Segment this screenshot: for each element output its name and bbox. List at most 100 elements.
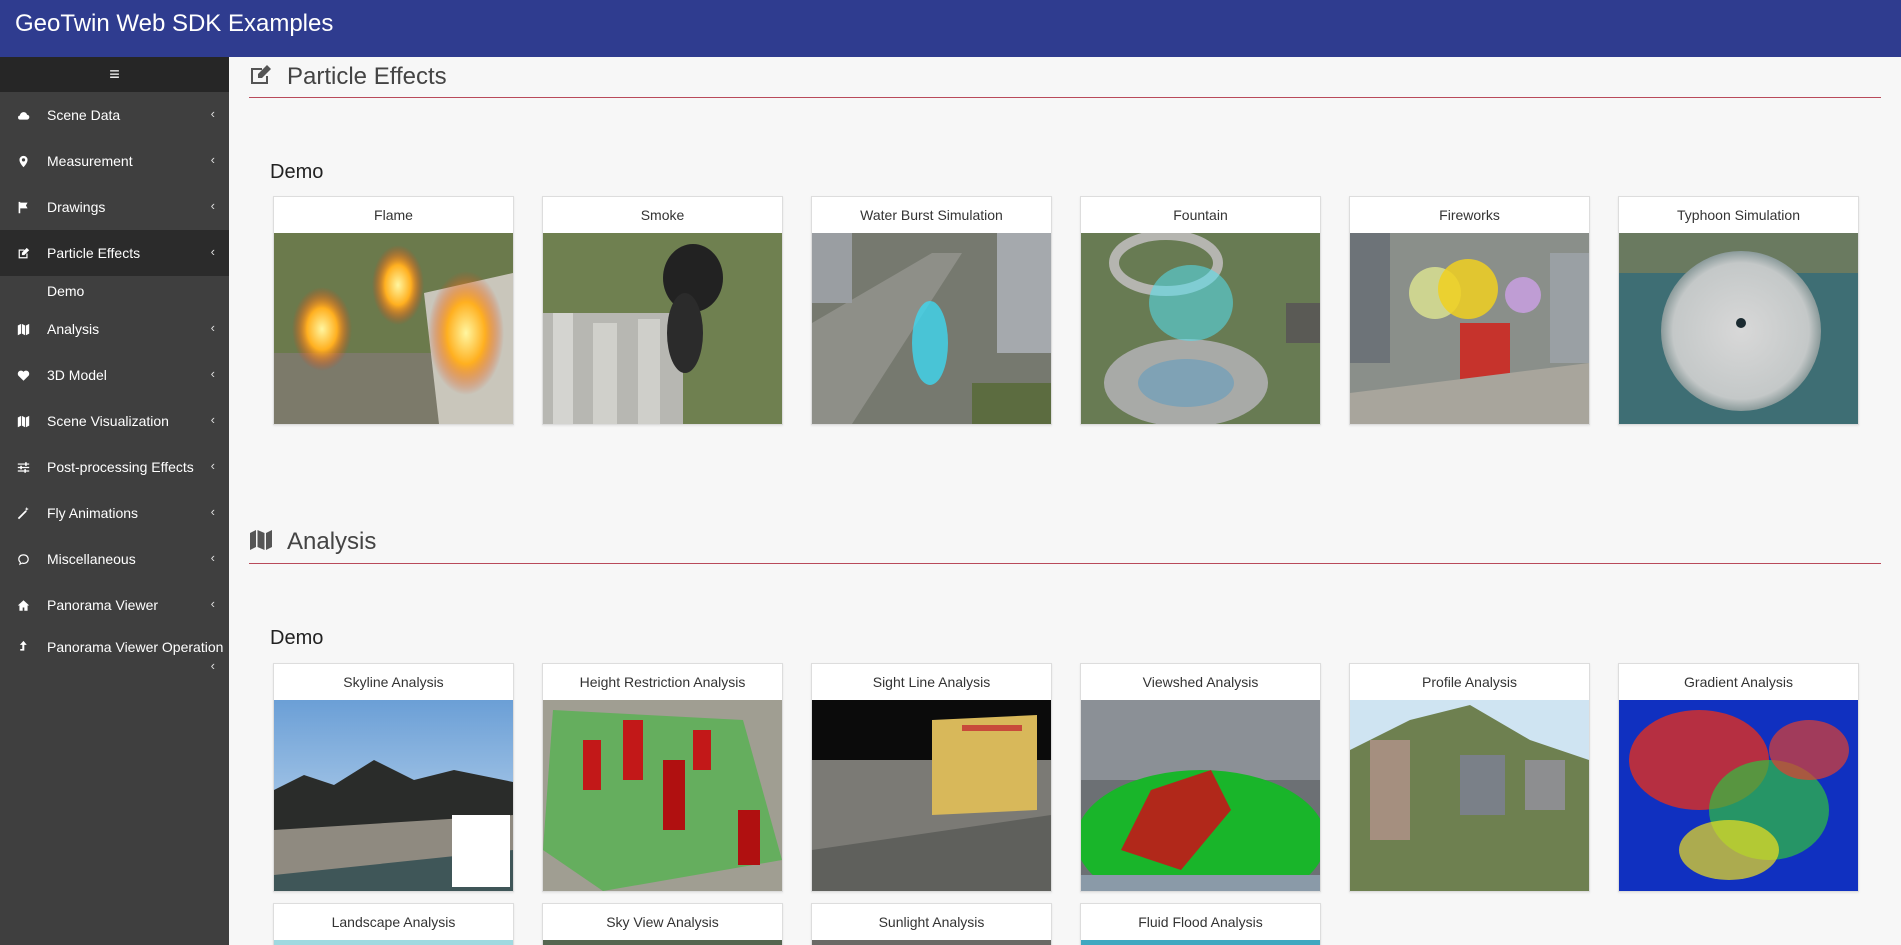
section-header-analysis: Analysis — [249, 523, 1881, 564]
sidebar: ≡ Scene Data ‹ Measurement ‹ Drawings ‹ … — [0, 57, 229, 945]
sidebar-item-particle-effects[interactable]: Particle Effects ‹ — [0, 230, 229, 276]
card-title: Skyline Analysis — [343, 674, 444, 690]
example-card-flame[interactable]: Flame — [273, 196, 514, 425]
thumbnail-image — [543, 233, 782, 424]
example-card-height-restriction-analysis[interactable]: Height Restriction Analysis — [542, 663, 783, 892]
chevron-left-icon: ‹ — [210, 458, 215, 473]
card-title: Water Burst Simulation — [860, 207, 1003, 223]
sidebar-item-measurement[interactable]: Measurement ‹ — [0, 138, 229, 184]
card-title: Landscape Analysis — [331, 914, 456, 930]
card-title: Flame — [374, 207, 413, 223]
map-icon — [16, 322, 31, 337]
home-icon — [16, 598, 31, 613]
card-title: Typhoon Simulation — [1677, 207, 1800, 223]
app-title: GeoTwin Web SDK Examples — [15, 10, 334, 37]
sidebar-item-drawings[interactable]: Drawings ‹ — [0, 184, 229, 230]
demo-label: Demo — [270, 627, 324, 649]
chevron-left-icon: ‹ — [210, 412, 215, 427]
example-card-skyline-analysis[interactable]: Skyline Analysis — [273, 663, 514, 892]
sidebar-item-fly-animations[interactable]: Fly Animations ‹ — [0, 490, 229, 536]
example-card-water-burst-simulation[interactable]: Water Burst Simulation — [811, 196, 1052, 425]
example-card-profile-analysis[interactable]: Profile Analysis — [1349, 663, 1590, 892]
sidebar-item-label: Fly Animations — [47, 505, 139, 521]
card-title: Fireworks — [1439, 207, 1500, 223]
example-card-fireworks[interactable]: Fireworks — [1349, 196, 1590, 425]
card-title: Sunlight Analysis — [878, 914, 985, 930]
sidebar-item-label: Miscellaneous — [47, 551, 136, 567]
example-card-fountain[interactable]: Fountain — [1080, 196, 1321, 425]
section-header-particle-effects: Particle Effects — [249, 57, 1881, 98]
card-title: Fluid Flood Analysis — [1138, 914, 1263, 930]
magic-wand-icon — [16, 506, 31, 521]
hamburger-icon: ≡ — [109, 64, 120, 84]
chevron-left-icon: ‹ — [210, 244, 215, 259]
example-card-sunlight-analysis[interactable]: Sunlight Analysis — [811, 903, 1052, 945]
thumbnail-image — [812, 233, 1051, 424]
card-title: Profile Analysis — [1422, 674, 1517, 690]
example-card-sky-view-analysis[interactable]: Sky View Analysis — [542, 903, 783, 945]
chevron-left-icon: ‹ — [210, 152, 215, 167]
example-card-viewshed-analysis[interactable]: Viewshed Analysis — [1080, 663, 1321, 892]
sidebar-subitem-demo[interactable]: Demo — [0, 276, 229, 306]
card-title: Sight Line Analysis — [872, 674, 991, 690]
chevron-left-icon: ‹ — [210, 658, 215, 673]
example-card-smoke[interactable]: Smoke — [542, 196, 783, 425]
map-icon — [249, 529, 275, 553]
chevron-left-icon: ‹ — [210, 504, 215, 519]
comment-icon — [16, 552, 31, 567]
thumbnail-image — [274, 700, 513, 891]
thumbnail-image — [1350, 233, 1589, 424]
example-card-landscape-analysis[interactable]: Landscape Analysis — [273, 903, 514, 945]
demo-label: Demo — [270, 161, 324, 183]
sliders-icon — [16, 460, 31, 475]
card-title: Fountain — [1173, 207, 1228, 223]
thumbnail-image — [1619, 233, 1858, 424]
sidebar-item-label: Scene Data — [47, 107, 121, 123]
thumbnail-image — [1081, 940, 1320, 945]
thumbnail-image — [1081, 700, 1320, 891]
thumbnail-image — [1619, 700, 1858, 891]
sidebar-item-label: 3D Model — [47, 367, 107, 383]
edit-icon — [249, 64, 275, 88]
chevron-left-icon: ‹ — [210, 198, 215, 213]
sidebar-item-scene-visualization[interactable]: Scene Visualization ‹ — [0, 398, 229, 444]
thumbnail-image — [543, 700, 782, 891]
upload-arrow-icon — [16, 639, 31, 654]
chevron-left-icon: ‹ — [210, 320, 215, 335]
sidebar-item-label: Panorama Viewer Operation — [47, 639, 224, 655]
sidebar-item-label: Panorama Viewer — [47, 597, 159, 613]
top-header: GeoTwin Web SDK Examples — [0, 0, 1901, 57]
example-card-typhoon-simulation[interactable]: Typhoon Simulation — [1618, 196, 1859, 425]
sidebar-toggle-button[interactable]: ≡ — [0, 57, 229, 92]
example-card-gradient-analysis[interactable]: Gradient Analysis — [1618, 663, 1859, 892]
chevron-left-icon: ‹ — [210, 106, 215, 121]
sidebar-item-panorama-viewer-operation[interactable]: Panorama Viewer Operation ‹ — [0, 628, 229, 684]
sidebar-subitem-label: Demo — [47, 283, 85, 299]
sidebar-item-post-processing-effects[interactable]: Post-processing Effects ‹ — [0, 444, 229, 490]
thumbnail-image — [1350, 700, 1589, 891]
edit-icon — [16, 246, 31, 261]
thumbnail-image — [274, 940, 513, 945]
sidebar-item-label: Post-processing Effects — [47, 459, 194, 475]
sidebar-item-label: Measurement — [47, 153, 133, 169]
sidebar-item-scene-data[interactable]: Scene Data ‹ — [0, 92, 229, 138]
chevron-left-icon: ‹ — [210, 596, 215, 611]
sidebar-item-miscellaneous[interactable]: Miscellaneous ‹ — [0, 536, 229, 582]
sidebar-item-3d-model[interactable]: 3D Model ‹ — [0, 352, 229, 398]
chevron-left-icon: ‹ — [210, 550, 215, 565]
sidebar-item-label: Analysis — [47, 321, 100, 337]
thumbnail-image — [812, 700, 1051, 891]
sidebar-item-analysis[interactable]: Analysis ‹ — [0, 306, 229, 352]
thumbnail-image — [543, 940, 782, 945]
main-content: Particle Effects Demo Flame Smoke Water … — [229, 57, 1901, 945]
sidebar-item-panorama-viewer[interactable]: Panorama Viewer ‹ — [0, 582, 229, 628]
card-title: Sky View Analysis — [606, 914, 719, 930]
card-title: Gradient Analysis — [1684, 674, 1793, 690]
thumbnail-image — [812, 940, 1051, 945]
example-card-sight-line-analysis[interactable]: Sight Line Analysis — [811, 663, 1052, 892]
example-card-fluid-flood-analysis[interactable]: Fluid Flood Analysis — [1080, 903, 1321, 945]
card-title: Height Restriction Analysis — [579, 674, 746, 690]
thumbnail-image — [1081, 233, 1320, 424]
thumbnail-image — [274, 233, 513, 424]
cloud-icon — [16, 108, 31, 123]
